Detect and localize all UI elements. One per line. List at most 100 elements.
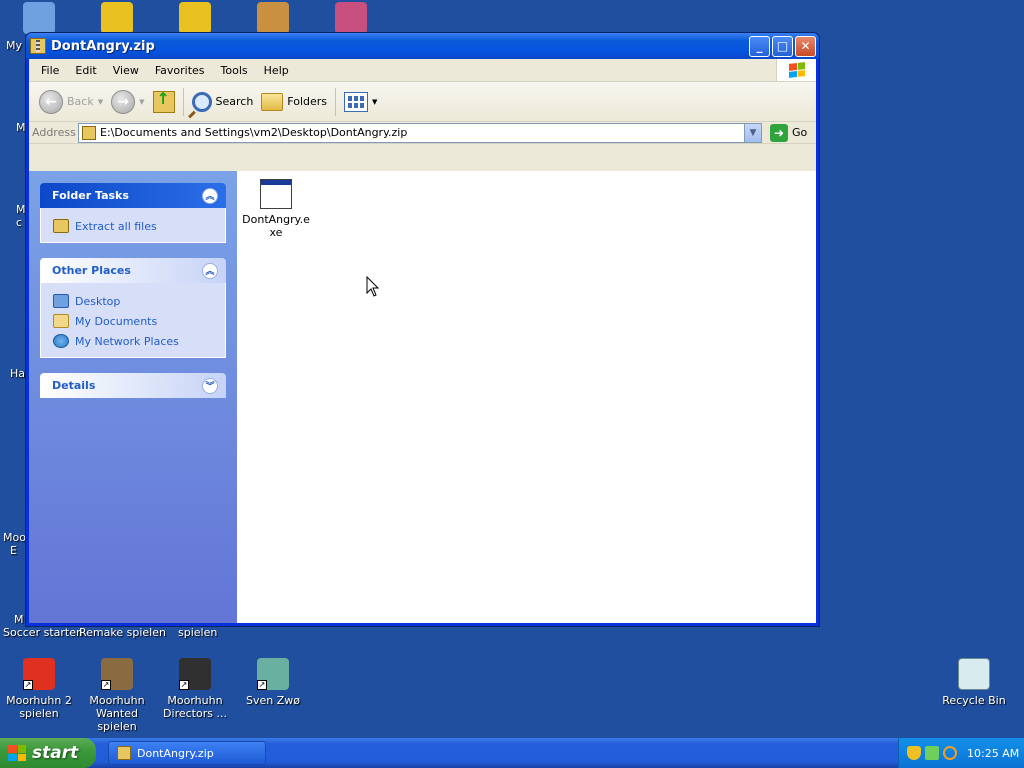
moorhuhn-wanted-icon: ↗ — [101, 658, 133, 690]
go-label: Go — [792, 126, 808, 139]
desktop-icon-sven[interactable]: ↗ Sven Zwø — [234, 658, 312, 707]
toolbar-separator — [182, 87, 184, 116]
task-label: Extract all files — [75, 219, 157, 233]
details-panel: Details ︾ — [40, 373, 226, 398]
menu-tools[interactable]: Tools — [213, 64, 256, 77]
close-button[interactable]: ✕ — [795, 35, 816, 57]
security-shield-icon[interactable] — [907, 746, 921, 760]
details-header[interactable]: Details ︾ — [40, 373, 226, 398]
search-tray-icon[interactable] — [943, 746, 957, 760]
recycle-bin-desktop-icon[interactable]: Recycle Bin — [935, 658, 1013, 707]
collapse-chevron-icon[interactable]: ︽ — [202, 187, 218, 204]
search-label: Search — [215, 95, 254, 108]
folders-button[interactable]: Folders — [257, 85, 331, 119]
desktop-icon-moorhuhn-2[interactable]: ↗ Moorhuhn 2 spielen — [0, 658, 78, 720]
desktop-icon — [53, 294, 69, 308]
game-character-icon — [257, 2, 289, 34]
file-item[interactable]: DontAngry.exe — [239, 179, 313, 239]
go-button[interactable]: ➜ Go — [770, 123, 808, 142]
back-button[interactable]: ← Back ▼ — [35, 85, 107, 119]
toolbar-separator — [335, 87, 337, 116]
up-folder-button[interactable] — [149, 85, 179, 119]
zip-folder-icon — [30, 38, 46, 54]
moorhuhn-chicken-icon — [101, 2, 133, 34]
exe-application-icon — [260, 179, 292, 209]
forward-arrow-icon: → — [111, 89, 136, 114]
desktop-icon-label: Moorhuhn Directors ... — [163, 694, 227, 720]
taskbar-window-label: DontAngry.zip — [137, 746, 214, 760]
other-places-title: Other Places — [52, 264, 131, 277]
desktop-label-soccer: Soccer starten — [3, 626, 83, 639]
menu-file[interactable]: File — [33, 64, 67, 77]
search-button[interactable]: Search — [188, 85, 258, 119]
content-area: Folder Tasks ︽ Extract all files Other P… — [29, 171, 816, 623]
desktop-label-spielen: spielen — [178, 626, 218, 639]
system-tray: 10:25 AM — [898, 738, 1024, 768]
maximize-button[interactable]: □ — [772, 35, 793, 57]
expand-chevron-icon[interactable]: ︾ — [202, 377, 218, 394]
up-folder-icon — [152, 89, 175, 113]
desktop-icon-label: Sven Zwø — [246, 694, 300, 707]
address-label: Address — [32, 126, 76, 139]
explorer-window: DontAngry.zip _ □ ✕ File Edit View Favor… — [25, 32, 820, 627]
place-my-documents[interactable]: My Documents — [53, 311, 215, 331]
place-label: Desktop — [75, 294, 121, 308]
window-body: File Edit View Favorites Tools Help ← Ba… — [29, 59, 816, 623]
desktop-icon-moorhuhn-directors[interactable]: ↗ Moorhuhn Directors ... — [156, 658, 234, 720]
back-label: Back — [67, 95, 94, 108]
forward-button[interactable]: → ▼ — [107, 85, 148, 119]
desktop-icon-label: Moorhuhn Wanted spielen — [89, 694, 145, 733]
place-my-network-places[interactable]: My Network Places — [53, 331, 215, 351]
recycle-bin-label: Recycle Bin — [942, 694, 1006, 707]
address-bar: Address E:\Documents and Settings\vm2\De… — [29, 122, 816, 144]
menu-help[interactable]: Help — [256, 64, 297, 77]
folders-icon — [261, 92, 284, 111]
other-places-panel: Other Places ︽ Desktop My Documents My N… — [40, 258, 226, 358]
task-pane: Folder Tasks ︽ Extract all files Other P… — [29, 171, 237, 623]
details-title: Details — [52, 379, 96, 392]
game-character-icon — [335, 2, 367, 34]
place-label: My Documents — [75, 314, 158, 328]
taskbar: start DontAngry.zip 10:25 AM — [0, 738, 1024, 768]
title-bar[interactable]: DontAngry.zip _ □ ✕ — [26, 33, 819, 59]
views-button[interactable]: ▼ — [340, 85, 381, 119]
zip-folder-icon — [82, 125, 96, 140]
other-places-header[interactable]: Other Places ︽ — [40, 258, 226, 283]
address-dropdown-icon[interactable]: ▼ — [744, 123, 761, 142]
toolbar: ← Back ▼ → ▼ Search Folders — [29, 82, 816, 122]
desktop-label-m3: M — [14, 613, 24, 626]
windows-logo — [776, 59, 816, 81]
search-icon — [191, 91, 212, 112]
folder-tasks-header[interactable]: Folder Tasks ︽ — [40, 183, 226, 208]
folder-tasks-body: Extract all files — [40, 208, 226, 243]
go-arrow-icon: ➜ — [770, 123, 788, 142]
file-list-area[interactable]: DontAngry.exe — [237, 171, 816, 623]
mouse-cursor-icon — [366, 276, 380, 297]
start-button[interactable]: start — [0, 738, 96, 768]
views-icon — [344, 91, 369, 112]
menu-edit[interactable]: Edit — [67, 64, 104, 77]
task-extract-all[interactable]: Extract all files — [53, 216, 215, 236]
collapse-chevron-icon[interactable]: ︽ — [202, 262, 218, 279]
my-computer-icon — [23, 2, 55, 34]
windows-flag-icon — [8, 745, 26, 761]
menu-view[interactable]: View — [105, 64, 147, 77]
place-desktop[interactable]: Desktop — [53, 291, 215, 311]
forward-dropdown-icon[interactable]: ▼ — [139, 98, 144, 106]
minimize-button[interactable]: _ — [749, 35, 770, 57]
clock[interactable]: 10:25 AM — [967, 747, 1019, 760]
folder-tasks-panel: Folder Tasks ︽ Extract all files — [40, 183, 226, 243]
my-documents-icon — [53, 314, 69, 328]
address-input[interactable]: E:\Documents and Settings\vm2\Desktop\Do… — [78, 122, 762, 143]
menu-favorites[interactable]: Favorites — [147, 64, 213, 77]
desktop-label-ha: Ha — [10, 367, 26, 380]
place-label: My Network Places — [75, 334, 179, 348]
extract-icon — [53, 219, 69, 233]
network-icon[interactable] — [925, 746, 939, 760]
views-dropdown-icon: ▼ — [372, 97, 378, 106]
back-dropdown-icon[interactable]: ▼ — [98, 98, 103, 106]
desktop-icon-moorhuhn-wanted[interactable]: ↗ Moorhuhn Wanted spielen — [78, 658, 156, 733]
sven-character-icon: ↗ — [257, 658, 289, 690]
taskbar-window-button[interactable]: DontAngry.zip — [108, 741, 266, 765]
window-title: DontAngry.zip — [51, 38, 155, 54]
